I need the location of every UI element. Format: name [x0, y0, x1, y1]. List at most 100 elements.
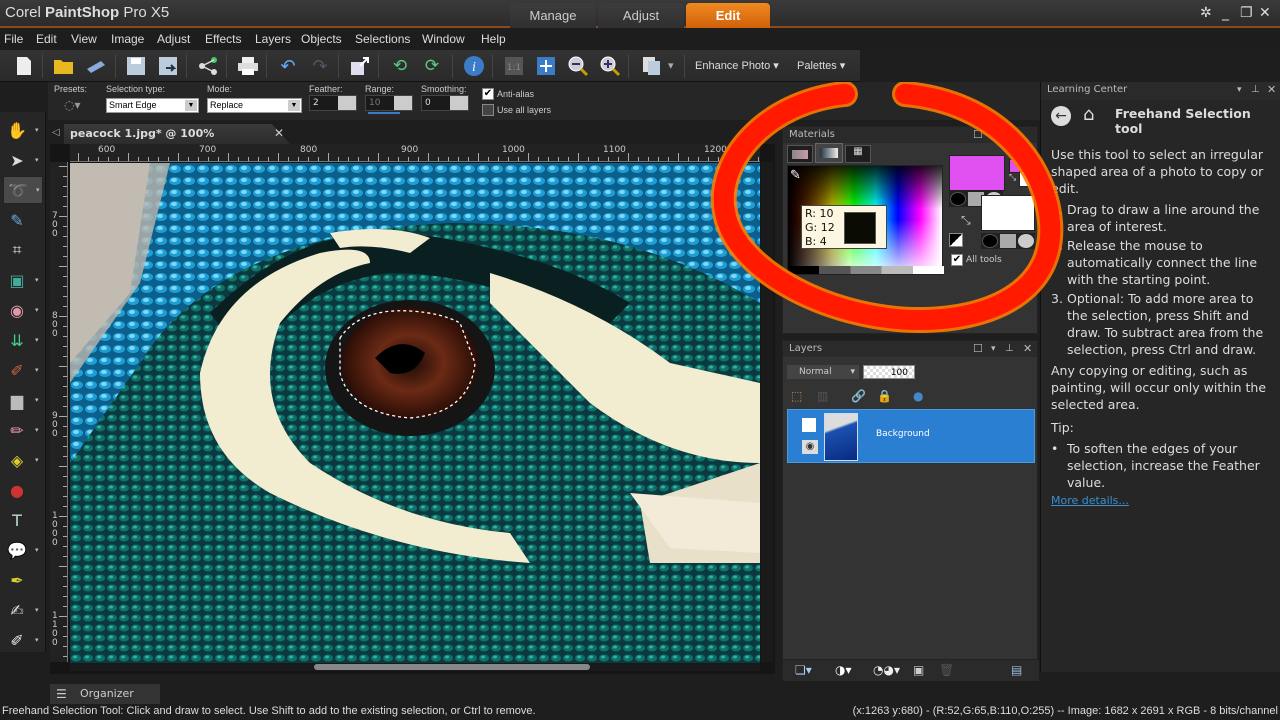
- tool-dropdown-arrow[interactable]: ▾: [35, 126, 39, 134]
- fg-color-style-icon[interactable]: [950, 192, 966, 206]
- minimize-button[interactable]: _: [1222, 5, 1229, 21]
- close-document-icon[interactable]: ✕: [274, 126, 284, 140]
- tab-manage[interactable]: Manage: [510, 3, 596, 28]
- menu-selections[interactable]: Selections: [355, 32, 410, 46]
- swap-mini-icon[interactable]: ⤡: [1009, 173, 1016, 183]
- bg-texture-icon[interactable]: [1000, 234, 1016, 248]
- swatches-tab[interactable]: ▦: [845, 145, 871, 163]
- more-details-link[interactable]: More details...: [1051, 492, 1276, 509]
- layers-float-icon[interactable]: ☐: [973, 341, 983, 357]
- anti-alias-checkbox[interactable]: ✔: [482, 88, 494, 100]
- tool-dropdown-arrow[interactable]: ▾: [35, 336, 39, 344]
- tool-dropdown-arrow[interactable]: ▾: [35, 426, 39, 434]
- blend-mode-select[interactable]: Normal ▾: [787, 365, 859, 379]
- adjustment-layer-icon[interactable]: ◑▾: [835, 663, 852, 677]
- tab-edit[interactable]: Edit: [686, 3, 770, 28]
- document-tab[interactable]: peacock 1.jpg* @ 100% (Backgrou...: [64, 124, 290, 144]
- scroll-tabs-left-icon[interactable]: ◁: [52, 127, 60, 138]
- paste-icon[interactable]: [640, 54, 664, 78]
- rotate-right-icon[interactable]: ⟳: [420, 54, 444, 78]
- home-icon[interactable]: ⌂: [1083, 104, 1094, 125]
- presets-dropdown[interactable]: ◌▾: [64, 98, 81, 112]
- open-icon[interactable]: [52, 54, 76, 78]
- tool-dropdown-arrow[interactable]: ▾: [35, 636, 39, 644]
- mode-select[interactable]: Replace ▼: [207, 98, 302, 113]
- tool-dropdown-arrow[interactable]: ▾: [35, 456, 39, 464]
- background-mini-swatch[interactable]: [1019, 171, 1035, 187]
- tool-dropdown-arrow[interactable]: ▾: [35, 156, 39, 164]
- horizontal-scrollbar[interactable]: [70, 663, 760, 671]
- smoothing-input[interactable]: 0: [421, 95, 469, 111]
- scan-icon[interactable]: [84, 54, 108, 78]
- pen-tool[interactable]: ✒: [3, 566, 43, 594]
- tool-dropdown-arrow[interactable]: ▾: [36, 186, 40, 194]
- palettes-menu[interactable]: Palettes ▾: [797, 59, 845, 72]
- delete-layer-icon[interactable]: 🗑: [939, 663, 954, 677]
- layer-row-background[interactable]: ◉ Background: [787, 409, 1035, 463]
- lock-icon[interactable]: 🔒: [877, 389, 892, 403]
- save-icon[interactable]: [124, 54, 148, 78]
- text-tool[interactable]: T: [3, 506, 43, 534]
- menu-effects[interactable]: Effects: [205, 32, 241, 46]
- selection-type-select[interactable]: Smart Edge ▼: [106, 98, 199, 113]
- freehand-selection-tool[interactable]: ➰ ▾: [3, 176, 43, 204]
- swap-colors-icon[interactable]: ⤡: [961, 213, 971, 228]
- learning-menu-icon[interactable]: ▾: [1237, 82, 1242, 98]
- vertical-scrollbar[interactable]: [761, 162, 773, 662]
- mask-icon[interactable]: ◔◕▾: [873, 663, 900, 677]
- info-icon[interactable]: i: [462, 54, 486, 78]
- materials-float-icon[interactable]: ☐: [973, 127, 983, 143]
- visibility-eye-icon[interactable]: ◉: [802, 440, 818, 454]
- background-color-swatch[interactable]: [981, 195, 1035, 231]
- learning-pin-icon[interactable]: ⊥: [1251, 82, 1260, 98]
- menu-objects[interactable]: Objects: [301, 32, 342, 46]
- layer-properties-icon[interactable]: ▤: [1011, 663, 1022, 677]
- new-icon[interactable]: [12, 54, 36, 78]
- opacity-input[interactable]: 100: [863, 365, 915, 379]
- horizontal-scroll-thumb[interactable]: [314, 664, 590, 670]
- tool-dropdown-arrow[interactable]: ▾: [35, 546, 39, 554]
- transparent-toggle[interactable]: [949, 233, 963, 247]
- new-raster-layer-icon[interactable]: ⬚: [791, 389, 802, 403]
- tab-adjust[interactable]: Adjust: [598, 3, 684, 28]
- save-as-icon[interactable]: [156, 54, 180, 78]
- pick-tool[interactable]: ➤ ▾: [3, 146, 43, 174]
- tool-dropdown-arrow[interactable]: ▾: [35, 366, 39, 374]
- menu-layers[interactable]: Layers: [255, 32, 291, 46]
- gradient-fill-tool[interactable]: ▆ ▾: [3, 386, 43, 414]
- range-input[interactable]: 10: [365, 95, 413, 111]
- straighten-tool[interactable]: ▣ ▾: [3, 266, 43, 294]
- paint-brush-tool[interactable]: ✐ ▾: [3, 356, 43, 384]
- layers-close-icon[interactable]: ✕: [1023, 341, 1032, 357]
- red-eye-tool[interactable]: ◉ ▾: [3, 296, 43, 324]
- pan-tool[interactable]: ✋ ▾: [3, 116, 43, 144]
- rainbow-tab[interactable]: [815, 143, 843, 163]
- foreground-color-swatch[interactable]: [949, 155, 1005, 191]
- layer-name[interactable]: Background: [876, 429, 930, 439]
- tool-dropdown-arrow[interactable]: ▾: [35, 606, 39, 614]
- new-layer-icon[interactable]: ❏▾: [795, 663, 812, 677]
- layers-pin-icon[interactable]: ⊥: [1005, 341, 1014, 357]
- link-icon[interactable]: 🔗: [851, 389, 866, 403]
- peacock-image[interactable]: [70, 163, 760, 663]
- use-all-layers-checkbox[interactable]: [482, 104, 494, 116]
- redo-icon[interactable]: ↷: [308, 54, 332, 78]
- layers-menu-icon[interactable]: ▾: [991, 341, 996, 357]
- enhance-photo-menu[interactable]: Enhance Photo ▾: [695, 59, 779, 72]
- tool-dropdown-arrow[interactable]: ▾: [35, 306, 39, 314]
- learning-close-icon[interactable]: ✕: [1267, 82, 1276, 98]
- preset-shape-tool[interactable]: 💬 ▾: [3, 536, 43, 564]
- menu-file[interactable]: File: [4, 32, 23, 46]
- menu-help[interactable]: Help: [481, 32, 506, 46]
- clone-brush-tool[interactable]: ⇊ ▾: [3, 326, 43, 354]
- crop-tool[interactable]: ⌗: [3, 236, 43, 264]
- resize-icon[interactable]: [348, 54, 372, 78]
- rotate-left-icon[interactable]: ⟲: [388, 54, 412, 78]
- menu-adjust[interactable]: Adjust: [157, 32, 190, 46]
- warp-brush-tool[interactable]: ✍ ▾: [3, 596, 43, 624]
- print-icon[interactable]: [236, 54, 260, 78]
- back-arrow-icon[interactable]: ←: [1051, 106, 1071, 126]
- menu-image[interactable]: Image: [111, 32, 144, 46]
- frame-tab[interactable]: [787, 145, 813, 163]
- organizer-tab[interactable]: ☰ Organizer: [50, 684, 160, 704]
